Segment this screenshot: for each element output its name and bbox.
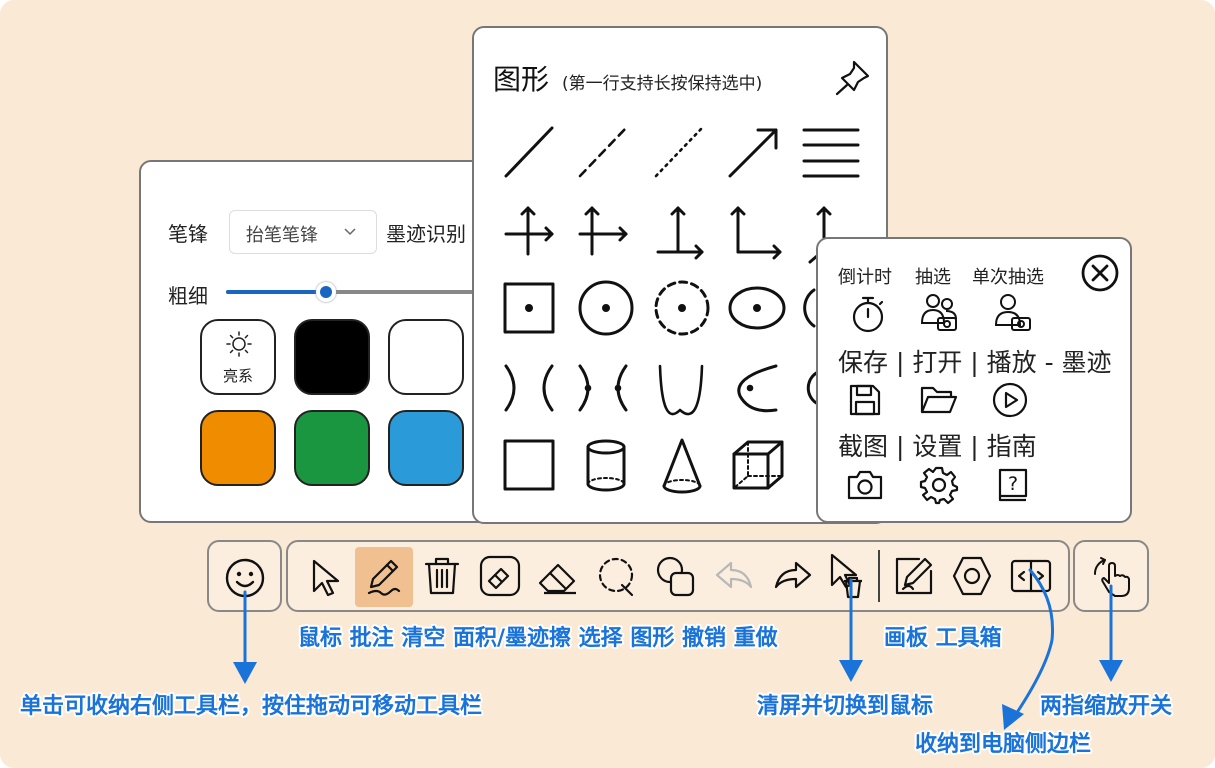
save-open-play-label: 保存 | 打开 | 播放 - 墨迹 (838, 348, 1112, 377)
random-pick-icon[interactable] (920, 293, 960, 333)
hexagon-tools-icon (952, 556, 992, 596)
close-icon[interactable] (1080, 253, 1120, 293)
axis-l-shape-icon (730, 206, 782, 260)
single-pick-icon[interactable] (994, 293, 1034, 333)
clear-and-mouse-button[interactable] (818, 547, 876, 605)
partial-circle-shape-icon (803, 288, 816, 328)
toolbar-divider (878, 550, 880, 602)
ink-eraser-button[interactable] (530, 547, 588, 605)
select-button[interactable] (588, 547, 646, 605)
folder-open-icon[interactable] (920, 385, 958, 415)
axis-cross-shape-icon (504, 206, 554, 256)
whiteboard-icon (895, 557, 933, 595)
collapse-toolbar-button[interactable] (207, 540, 282, 612)
axis-l-offset-shape-icon (656, 206, 704, 260)
single-pick-label: 单次抽选 (972, 267, 1044, 288)
square-point-shape-icon (503, 282, 555, 334)
cylinder-shape-icon (586, 439, 626, 492)
color-swatch-green[interactable] (294, 410, 370, 486)
parabola-focus-shape-icon (737, 364, 778, 413)
chevron-down-icon (344, 228, 356, 236)
color-swatch-white[interactable] (388, 319, 464, 395)
screenshot-settings-guide-label: 截图 | 设置 | 指南 (838, 432, 1037, 461)
two-finger-caption: 两指缩放开关 (1040, 694, 1173, 719)
tip-label: 笔锋 (168, 222, 208, 246)
dotted-line-shape-icon (654, 126, 704, 178)
touch-gesture-icon (1094, 557, 1130, 597)
sidebar-collapse-icon (1010, 559, 1052, 593)
cube-shape-icon (732, 440, 784, 490)
countdown-label: 倒计时 (838, 267, 892, 288)
eraser-icon (538, 563, 576, 595)
smiley-icon (225, 558, 265, 598)
color-swatch-black[interactable] (294, 319, 370, 395)
parabola-shape-icon (658, 364, 704, 416)
circle-point-shape-icon (578, 280, 634, 336)
collapse-toolbar-caption: 单击可收纳右侧工具栏，按住拖动可移动工具栏 (20, 694, 483, 719)
collapse-to-sidebar-button[interactable] (1002, 547, 1060, 605)
guide-book-icon[interactable]: ? (996, 467, 1030, 503)
toolbox-panel: 倒计时 抽选 单次抽选 保存 | 打开 | 播放 - 墨迹 截图 | 设置 | … (816, 237, 1132, 523)
color-swatch-blue[interactable] (388, 410, 464, 486)
theme-label: 亮系 (222, 367, 253, 385)
area-eraser-button[interactable] (471, 547, 529, 605)
pen-tool-button[interactable] (355, 547, 413, 605)
cursor-icon (312, 559, 340, 597)
axis-t-shape-icon (578, 206, 628, 256)
board-toolbox-caption: 画板 工具箱 (884, 626, 1002, 651)
whiteboard-button[interactable] (885, 547, 943, 605)
hyperbola-shape-icon (504, 364, 554, 412)
tip-select[interactable]: 抬笔笔锋 (229, 210, 377, 254)
collapse-sidebar-caption: 收纳到电脑侧边栏 (915, 732, 1092, 757)
two-finger-zoom-toggle[interactable] (1073, 540, 1149, 612)
thickness-slider-fill (226, 290, 326, 294)
toolbox-button[interactable] (943, 547, 1001, 605)
timer-icon[interactable] (850, 295, 886, 333)
shape-tool-button[interactable] (647, 547, 705, 605)
mouse-tool-button[interactable] (298, 547, 356, 605)
svg-text:?: ? (1008, 473, 1018, 495)
ellipse-shape-icon (728, 286, 786, 330)
hyperbola-foci-shape-icon (578, 364, 628, 412)
thickness-slider-thumb[interactable] (316, 282, 336, 302)
cone-shape-icon (662, 438, 702, 494)
tools-caption: 鼠标 批注 清空 面积/墨迹擦 选择 图形 撤销 重做 (298, 626, 778, 651)
undo-icon (715, 561, 753, 589)
canvas: { "pen_panel": { "tip_label": "笔锋", "tip… (0, 0, 1215, 768)
rectangle-shape-icon (503, 439, 555, 491)
thickness-label: 粗细 (168, 284, 208, 308)
tip-select-value: 抬笔笔锋 (246, 225, 318, 246)
area-eraser-icon (479, 555, 521, 597)
color-swatch-orange[interactable] (200, 410, 276, 486)
parallel-lines-shape-icon (802, 128, 860, 178)
redo-icon (774, 561, 812, 589)
random-pick-label: 抽选 (915, 267, 951, 288)
pen-icon (367, 559, 401, 596)
ink-recognition-label: 墨迹识别 (386, 222, 466, 246)
undo-button[interactable] (705, 547, 763, 605)
clear-button[interactable] (413, 547, 471, 605)
line-shape-icon (504, 126, 554, 178)
save-icon[interactable] (848, 383, 882, 417)
redo-button[interactable] (764, 547, 822, 605)
arrow-shape-icon (728, 128, 778, 178)
dashed-line-shape-icon (578, 126, 628, 178)
play-icon[interactable] (992, 382, 1028, 418)
theme-toggle-button[interactable]: 亮系 (200, 319, 276, 395)
trash-icon (424, 557, 460, 595)
sun-icon (226, 331, 252, 357)
cursor-trash-icon (830, 553, 862, 599)
clear-and-mouse-caption: 清屏并切换到鼠标 (757, 694, 934, 719)
lasso-select-icon (598, 557, 634, 597)
dashed-circle-shape-icon (654, 280, 710, 336)
settings-gear-icon[interactable] (919, 466, 959, 505)
shapes-icon (656, 556, 695, 597)
camera-icon[interactable] (847, 469, 883, 501)
